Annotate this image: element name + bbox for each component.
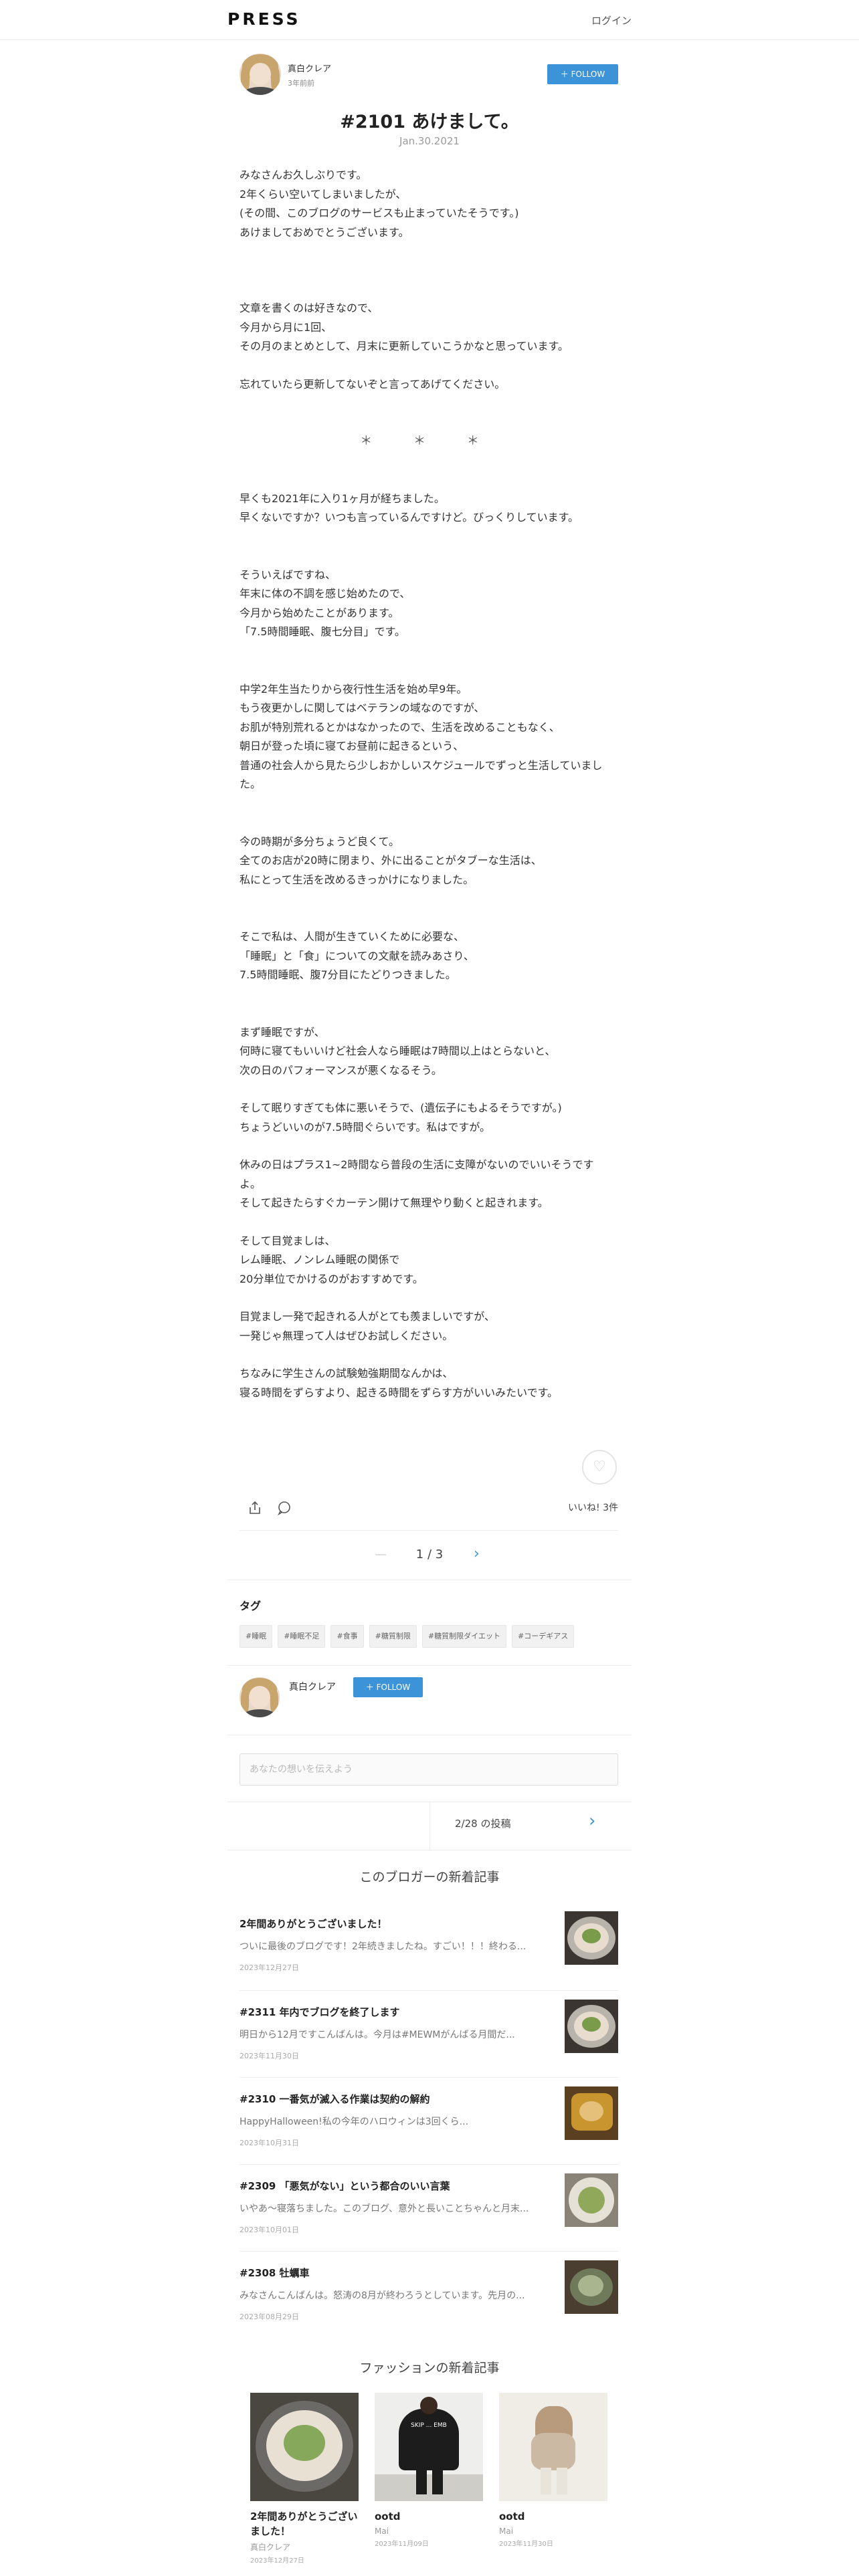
comment-icon[interactable] — [277, 1501, 292, 1515]
article-date: 2023年08月29日 — [240, 2313, 299, 2321]
shirt-print: SKIP ... EMB — [411, 2422, 447, 2429]
like-count[interactable]: いいね! 3件 — [568, 1501, 618, 1514]
article-excerpt: 明日から12月ですこんばんは。今月は#MEWMがんばる月間だ... — [240, 2030, 515, 2040]
tag-chip[interactable]: #コーデギアス — [511, 1625, 575, 1648]
pagination: — 1 / 3 › — [0, 1545, 859, 1562]
article-excerpt: いやあ〜寝落ちました。このブログ、意外と長いことちゃんと月末... — [240, 2204, 529, 2214]
tags-heading: タグ — [240, 1600, 262, 1612]
post-actions: いいね! 3件 — [240, 1498, 618, 1518]
article-thumbnail[interactable] — [565, 2173, 618, 2227]
article-title[interactable]: #2311 年内でブログを終了します — [240, 2005, 554, 2019]
next-post-icon[interactable]: › — [589, 1811, 595, 1831]
list-item[interactable]: #2309 「悪気がない」という都合のいい言葉 いやあ〜寝落ちました。このブログ… — [240, 2173, 618, 2252]
recent-posts-heading: このブロガーの新着記事 — [359, 1870, 500, 1885]
article-thumbnail[interactable] — [565, 2086, 618, 2140]
paragraph: そして眠りすぎても体に悪いそうで、(遺伝子にもよるそうですが。) ちょうどいいの… — [240, 1101, 562, 1134]
fashion-posts-heading: ファッションの新着記事 — [359, 2361, 500, 2375]
article-excerpt: HappyHalloween!私の今年のハロウィンは3回くら... — [240, 2117, 469, 2127]
post-date: Jan.30.2021 — [399, 135, 460, 147]
paragraph: 忘れていたら更新してないぞと言ってあげてください。 — [240, 377, 506, 391]
card-date: 2023年11月30日 — [499, 2541, 553, 2548]
tag-list: #睡眠 #睡眠不足 #食事 #糖質制限 #糖質制限ダイエット #コーデギアス — [240, 1625, 628, 1648]
article-date: 2023年10月01日 — [240, 2226, 299, 2234]
paragraph: そこで私は、人間が生きていくために必要な、 「睡眠」と「食」についての文献を読み… — [240, 930, 474, 981]
tag-chip[interactable]: #睡眠 — [240, 1625, 273, 1648]
article-date: 2023年11月30日 — [240, 2052, 299, 2060]
card-image[interactable] — [499, 2393, 607, 2501]
paragraph: 休みの日はプラス1~2時間なら普段の生活に支障がないのでいいそうです よ。 そし… — [240, 1158, 594, 1209]
next-page-icon[interactable]: › — [474, 1545, 480, 1562]
comment-input[interactable]: あなたの想いを伝えよう — [240, 1753, 618, 1786]
heart-icon[interactable]: ♡ — [582, 1450, 617, 1485]
author-avatar[interactable] — [240, 53, 281, 95]
share-icon[interactable] — [248, 1501, 262, 1515]
article-title[interactable]: 2年間ありがとうございました！ — [240, 1917, 554, 1931]
list-item[interactable]: #2308 牡蠣車 みなさんこんばんは。怒涛の8月が終わろうとしています。先月の… — [240, 2260, 618, 2339]
card-date: 2023年11月09日 — [375, 2541, 429, 2548]
paragraph: 文章を書くのは好きなので、 今月から月に1回、 その月のまとめとして、月末に更新… — [240, 302, 569, 352]
card-date: 2023年12月27日 — [250, 2557, 304, 2565]
article-thumbnail[interactable] — [565, 1911, 618, 1965]
section-divider: ＊ ＊ ＊ — [360, 434, 498, 448]
card-title[interactable]: ootd — [375, 2509, 483, 2524]
card-author[interactable]: Mai — [499, 2527, 607, 2536]
author-row: 真白クレア 3年前前 ＋ FOLLOW — [240, 53, 618, 96]
tag-chip[interactable]: #糖質制限 — [369, 1625, 417, 1648]
site-header: PRESS ログイン — [0, 0, 859, 40]
article-excerpt: みなさんこんばんは。怒涛の8月が終わろうとしています。先月の... — [240, 2290, 525, 2301]
author-avatar[interactable] — [240, 1677, 280, 1717]
paragraph: みなさんお久しぶりです。 2年くらい空いてしまいましたが、 (その間、このブログ… — [240, 169, 519, 239]
card-title[interactable]: ootd — [499, 2509, 607, 2524]
tag-chip[interactable]: #睡眠不足 — [278, 1625, 326, 1648]
list-item[interactable]: 2年間ありがとうございました！ ついに最後のブログです！2年続きましたね。すごい… — [240, 1911, 618, 1990]
card-title[interactable]: 2年間ありがとうございました！ — [250, 2509, 359, 2539]
divider — [240, 2164, 618, 2165]
follow-button[interactable]: ＋ FOLLOW — [547, 64, 618, 84]
fashion-card[interactable]: 2年間ありがとうございました！ 真白クレア 2023年12月27日 — [250, 2393, 359, 2565]
login-link[interactable]: ログイン — [591, 13, 632, 27]
page-indicator: 1 / 3 — [415, 1547, 444, 1562]
list-item[interactable]: #2311 年内でブログを終了します 明日から12月ですこんばんは。今月は#ME… — [240, 2000, 618, 2078]
post-body: みなさんお久しぶりです。 2年くらい空いてしまいましたが、 (その間、このブログ… — [240, 166, 618, 1402]
paragraph: 中学2年生当たりから夜行性生活を始め早9年。 もう夜更かしに関してはベテランの域… — [240, 682, 603, 791]
paragraph: そういえばですね、 年末に体の不調を感じ始めたので、 今月から始めたことがありま… — [240, 568, 411, 639]
author-name[interactable]: 真白クレア — [288, 62, 331, 74]
article-title[interactable]: #2308 牡蠣車 — [240, 2266, 554, 2280]
paragraph: 今の時期が多分ちょうど良くて。 全てのお店が20時に閉まり、外に出ることがタブー… — [240, 835, 542, 886]
paragraph: ちなみに学生さんの試験勉強期間なんかは、 寝る時間をずらすより、起きる時間をずら… — [240, 1367, 559, 1399]
post-time-ago: 3年前前 — [288, 79, 314, 88]
divider — [227, 1665, 632, 1666]
card-image[interactable] — [250, 2393, 359, 2501]
divider — [240, 1530, 618, 1531]
paragraph: 早くも2021年に入り1ヶ月が経ちました。 早くないですか？いつも言っているんで… — [240, 492, 579, 524]
post-count: 2/28 の投稿 — [455, 1818, 511, 1830]
article-excerpt: ついに最後のブログです！2年続きましたね。すごい！！！終わる... — [240, 1941, 527, 1952]
card-image[interactable]: SKIP ... EMB — [375, 2393, 483, 2501]
card-author[interactable]: Mai — [375, 2527, 483, 2536]
author-name[interactable]: 真白クレア — [289, 1680, 336, 1693]
paragraph: まず睡眠ですが、 何時に寝てもいいけど社会人なら睡眠は7時間以上はとらないと、 … — [240, 1025, 556, 1077]
site-logo[interactable]: PRESS — [227, 9, 301, 29]
article-thumbnail[interactable] — [565, 2000, 618, 2053]
article-title[interactable]: #2309 「悪気がない」という都合のいい言葉 — [240, 2179, 554, 2193]
tag-chip[interactable]: #糖質制限ダイエット — [421, 1625, 506, 1648]
card-author[interactable]: 真白クレア — [250, 2541, 359, 2553]
article-date: 2023年12月27日 — [240, 1963, 299, 1972]
fashion-card[interactable]: SKIP ... EMB ootd Mai 2023年11月09日 — [375, 2393, 483, 2548]
fashion-card[interactable]: ootd Mai 2023年11月30日 — [499, 2393, 607, 2548]
article-thumbnail[interactable] — [565, 2260, 618, 2314]
post-title: #2101 あけまして。 — [340, 112, 519, 132]
divider — [240, 1990, 618, 1991]
divider — [240, 2251, 618, 2252]
divider — [240, 2077, 618, 2078]
article-title[interactable]: #2310 一番気が滅入る作業は契約の解約 — [240, 2092, 554, 2106]
article-date: 2023年10月31日 — [240, 2139, 299, 2147]
paragraph: 目覚まし一発で起きれる人がとても羨ましいですが、 一発じゃ無理って人はぜひお試し… — [240, 1310, 495, 1342]
tag-chip[interactable]: #食事 — [330, 1625, 364, 1648]
list-item[interactable]: #2310 一番気が滅入る作業は契約の解約 HappyHalloween!私の今… — [240, 2086, 618, 2165]
paragraph: そして目覚ましは、 レム睡眠、ノンレム睡眠の関係で 20分単位でかけるのがおすす… — [240, 1234, 423, 1285]
follow-button[interactable]: ＋ FOLLOW — [353, 1677, 423, 1697]
prev-page-icon: — — [375, 1547, 387, 1562]
